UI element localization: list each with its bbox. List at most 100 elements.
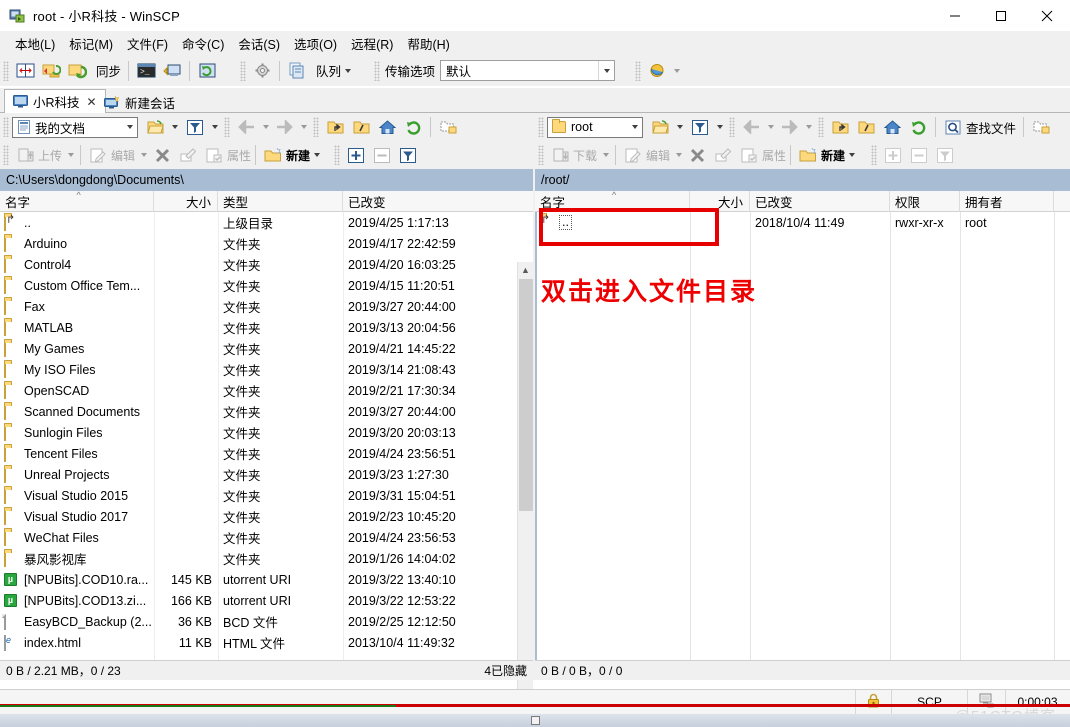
- split-panes-icon[interactable]: [13, 59, 37, 83]
- chevron-down-icon[interactable]: [674, 68, 681, 73]
- chevron-down-icon[interactable]: [345, 68, 352, 73]
- table-row[interactable]: OpenSCAD 文件夹 2019/2/21 17:30:34: [0, 380, 533, 401]
- download-icon[interactable]: [548, 143, 572, 167]
- rename-icon[interactable]: [711, 143, 735, 167]
- table-row[interactable]: Visual Studio 2015 文件夹 2019/3/31 15:04:51: [0, 485, 533, 506]
- column-header-size[interactable]: 大小: [690, 190, 750, 212]
- parent-directory-icon[interactable]: [828, 115, 852, 139]
- chevron-down-icon[interactable]: [172, 125, 178, 129]
- local-path-bar[interactable]: C:\Users\dongdong\Documents\: [0, 169, 533, 191]
- local-file-list[interactable]: .. 上级目录 2019/4/25 1:17:13 Arduino 文件夹 2019/4/…: [0, 212, 533, 665]
- table-row[interactable]: Arduino 文件夹 2019/4/17 22:42:59: [0, 233, 533, 254]
- column-header-name[interactable]: 名字 ^: [535, 190, 690, 212]
- menu-remote[interactable]: 远程(R): [344, 31, 400, 56]
- menu-local[interactable]: 本地(L): [8, 31, 62, 56]
- table-row[interactable]: µ [NPUBits].COD10.ra... 145 KB utorrent URI…: [0, 569, 533, 590]
- select-files-icon[interactable]: [344, 143, 368, 167]
- menu-commands[interactable]: 命令(C): [175, 31, 231, 56]
- chevron-down-icon[interactable]: [314, 153, 321, 157]
- panel-grip-5[interactable]: [334, 145, 341, 165]
- invert-selection-icon[interactable]: [396, 143, 420, 167]
- forward-icon[interactable]: [777, 115, 801, 139]
- edit-label[interactable]: 编辑: [111, 147, 135, 164]
- home-icon[interactable]: [880, 115, 904, 139]
- table-row[interactable]: Unreal Projects 文件夹 2019/3/23 1:27:30: [0, 464, 533, 485]
- invert-selection-icon[interactable]: [933, 143, 957, 167]
- column-header-size[interactable]: 大小: [154, 190, 218, 212]
- panel-grip[interactable]: [3, 117, 9, 137]
- filter-icon[interactable]: [688, 115, 712, 139]
- close-button[interactable]: [1024, 0, 1070, 31]
- table-row[interactable]: .. 上级目录 2019/4/25 1:17:13: [0, 212, 533, 233]
- table-row[interactable]: Scanned Documents 文件夹 2019/3/27 20:44:00: [0, 401, 533, 422]
- queue-icon[interactable]: [285, 59, 309, 83]
- chevron-down-icon[interactable]: [212, 125, 218, 129]
- new-label[interactable]: 新建: [821, 147, 845, 164]
- local-vertical-scrollbar[interactable]: ▲ ▼: [517, 262, 533, 727]
- toolbar-grip[interactable]: [3, 60, 9, 81]
- download-label[interactable]: 下载: [573, 147, 597, 164]
- find-files-icon[interactable]: [941, 115, 965, 139]
- chevron-down-icon[interactable]: [677, 125, 683, 129]
- edit-icon[interactable]: [621, 143, 645, 167]
- table-row[interactable]: EasyBCD_Backup (2... 36 KB BCD 文件 2019/2/25…: [0, 611, 533, 632]
- table-row[interactable]: Visual Studio 2017 文件夹 2019/2/23 10:45:20: [0, 506, 533, 527]
- chevron-down-icon[interactable]: [806, 125, 812, 129]
- forward-icon[interactable]: [272, 115, 296, 139]
- new-label[interactable]: 新建: [286, 147, 310, 164]
- menu-help[interactable]: 帮助(H): [400, 31, 456, 56]
- transfer-settings-select[interactable]: 默认: [440, 60, 616, 81]
- panel-grip-r3[interactable]: [818, 117, 824, 137]
- chevron-down-icon[interactable]: [263, 125, 269, 129]
- panel-grip-3[interactable]: [313, 117, 319, 137]
- refresh-icon[interactable]: [195, 59, 219, 83]
- delete-icon[interactable]: [150, 143, 174, 167]
- edit-label[interactable]: 编辑: [646, 147, 670, 164]
- refresh-panel-icon[interactable]: [906, 115, 930, 139]
- open-directory-icon[interactable]: [143, 115, 167, 139]
- filter-icon[interactable]: [183, 115, 207, 139]
- menu-mark[interactable]: 标记(M): [62, 31, 120, 56]
- scroll-up-arrow-icon[interactable]: ▲: [518, 262, 533, 278]
- column-header-type[interactable]: 类型: [218, 190, 343, 212]
- panel-grip-2[interactable]: [224, 117, 230, 137]
- new-folder-icon[interactable]: [796, 143, 820, 167]
- table-row[interactable]: My ISO Files 文件夹 2019/3/14 21:08:43: [0, 359, 533, 380]
- table-row[interactable]: 暴风影视库 文件夹 2019/1/26 14:04:02: [0, 548, 533, 569]
- minimize-button[interactable]: [932, 0, 978, 31]
- chevron-down-icon[interactable]: [676, 153, 683, 157]
- queue-button[interactable]: 队列: [311, 59, 355, 83]
- home-icon[interactable]: [375, 115, 399, 139]
- unselect-files-icon[interactable]: [907, 143, 931, 167]
- toolbar-grip-4[interactable]: [635, 60, 642, 81]
- chevron-down-icon[interactable]: [141, 153, 148, 157]
- upload-icon[interactable]: [13, 143, 37, 167]
- delete-icon[interactable]: [685, 143, 709, 167]
- select-files-icon[interactable]: [881, 143, 905, 167]
- panel-grip-r5[interactable]: [871, 145, 878, 165]
- table-row[interactable]: My Games 文件夹 2019/4/21 14:45:22: [0, 338, 533, 359]
- table-row[interactable]: .. 2018/10/4 11:49 rwxr-xr-x root: [535, 212, 1070, 233]
- back-icon[interactable]: [739, 115, 763, 139]
- parent-directory-icon[interactable]: [323, 115, 347, 139]
- table-row[interactable]: Fax 文件夹 2019/3/27 20:44:00: [0, 296, 533, 317]
- menu-session[interactable]: 会话(S): [231, 31, 287, 56]
- table-row[interactable]: index.html 11 KB HTML 文件 2013/10/4 11:49:32: [0, 632, 533, 653]
- menu-options[interactable]: 选项(O): [287, 31, 344, 56]
- bookmark-directory-icon[interactable]: [1029, 115, 1053, 139]
- toolbar-grip-3[interactable]: [374, 60, 381, 81]
- synchronize-icon[interactable]: [65, 59, 89, 83]
- new-folder-icon[interactable]: [261, 143, 285, 167]
- sync-browsing-icon[interactable]: [39, 59, 63, 83]
- rename-icon[interactable]: [176, 143, 200, 167]
- table-row[interactable]: Sunlogin Files 文件夹 2019/3/20 20:03:13: [0, 422, 533, 443]
- remote-drive-select[interactable]: root: [547, 116, 643, 138]
- menu-files[interactable]: 文件(F): [120, 31, 175, 56]
- table-row[interactable]: Custom Office Tem... 文件夹 2019/4/15 11:20:5…: [0, 275, 533, 296]
- column-header-rights[interactable]: 权限: [890, 190, 960, 212]
- panel-grip-r1[interactable]: [538, 117, 544, 137]
- root-directory-icon[interactable]: [854, 115, 878, 139]
- column-header-owner[interactable]: 拥有者: [960, 190, 1054, 212]
- preferences-gear-icon[interactable]: [250, 59, 274, 83]
- panel-grip-4[interactable]: [3, 145, 9, 165]
